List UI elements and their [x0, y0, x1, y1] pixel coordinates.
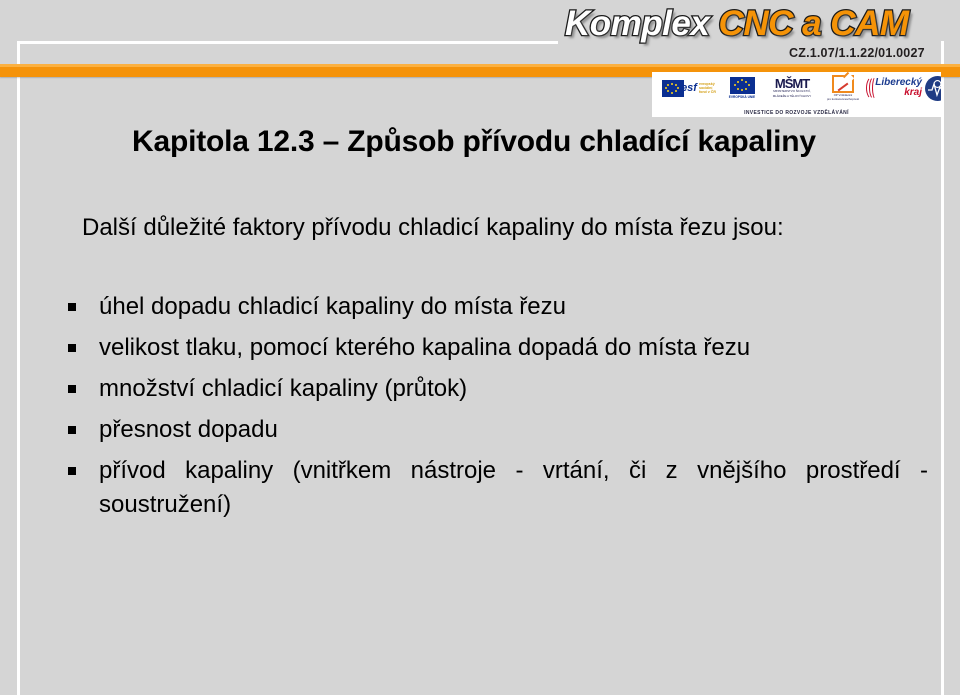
- square-bullet-icon: [68, 467, 76, 475]
- liberecky-arcs-icon: [866, 76, 874, 100]
- wordmark-komplex: Komplex: [564, 3, 719, 45]
- komplex-cnc-cam-logo: Komplex CNC a CAM: [564, 2, 911, 46]
- list-item-label: velikost tlaku, pomocí kterého kapalina …: [99, 334, 751, 361]
- esf-logo: esf evropský sociální fond v ČR: [658, 73, 720, 103]
- opvk-logo: OP Vzdělávání pro konkurenceschopnost: [820, 73, 866, 103]
- eu-logo: EVROPSKÁ UNIE: [720, 73, 764, 103]
- square-bullet-icon: [68, 344, 76, 352]
- msmt-caption: MINISTERSTVO ŠKOLSTVÍ, MLÁDEŽE A TĚLOVÝC…: [772, 89, 812, 98]
- liberecky-kraj-wordmark: Liberecký kraj: [875, 77, 922, 98]
- opvk-mark-icon: [832, 74, 854, 93]
- list-item-label: množství chladicí kapaliny (průtok): [99, 375, 468, 402]
- square-bullet-icon: [68, 303, 76, 311]
- slide-canvas: Komplex CNC a CAM CZ.1.07/1.1.22/01.0027…: [0, 0, 960, 695]
- liberecky-kraj-logo: Liberecký kraj: [866, 73, 922, 103]
- frame-left-rule: [17, 41, 20, 695]
- msmt-logo: MŠMT MINISTERSTVO ŠKOLSTVÍ, MLÁDEŽE A TĚ…: [764, 73, 820, 103]
- list-item-label: úhel dopadu chladicí kapaliny do místa ř…: [99, 293, 566, 320]
- project-code-label: CZ.1.07/1.1.22/01.0027: [789, 46, 925, 60]
- list-item: množství chladicí kapaliny (průtok): [68, 372, 928, 406]
- frame-right-rule: [941, 41, 944, 695]
- intro-paragraph: Další důležité faktory přívodu chladicí …: [82, 214, 784, 241]
- esf-flag-icon: [662, 79, 685, 97]
- funding-logo-row: esf evropský sociální fond v ČR EVROPSKÁ…: [652, 73, 941, 103]
- list-item-label: přívod kapaliny (vnitřkem nástroje - vrt…: [99, 457, 928, 518]
- bullet-list: úhel dopadu chladicí kapaliny do místa ř…: [68, 290, 928, 529]
- msmt-wordmark: MŠMT: [774, 76, 810, 92]
- school-emblem-logo: [922, 73, 941, 103]
- frame-top-rule: [17, 41, 558, 44]
- esf-subtitle: evropský sociální fond v ČR: [698, 81, 716, 95]
- list-item: přívod kapaliny (vnitřkem nástroje - vrt…: [68, 454, 928, 522]
- square-bullet-icon: [68, 385, 76, 393]
- eu-caption: EVROPSKÁ UNIE: [728, 95, 756, 99]
- eu-flag-icon: [729, 77, 755, 94]
- list-item: přesnost dopadu: [68, 413, 928, 447]
- wordmark-cnc-cam: CNC a CAM: [717, 3, 910, 45]
- funding-logo-strip: esf evropský sociální fond v ČR EVROPSKÁ…: [652, 72, 941, 117]
- opvk-caption: OP Vzdělávání pro konkurenceschopnost: [826, 92, 860, 101]
- school-roundel-icon: [924, 75, 941, 101]
- square-bullet-icon: [68, 426, 76, 434]
- list-item-label: přesnost dopadu: [99, 416, 278, 443]
- page-title: Kapitola 12.3 – Způsob přívodu chladící …: [132, 125, 816, 158]
- list-item: úhel dopadu chladicí kapaliny do místa ř…: [68, 290, 928, 324]
- funding-caption: INVESTICE DO ROZVOJE VZDĚLÁVÁNÍ: [744, 109, 849, 117]
- list-item: velikost tlaku, pomocí kterého kapalina …: [68, 331, 928, 365]
